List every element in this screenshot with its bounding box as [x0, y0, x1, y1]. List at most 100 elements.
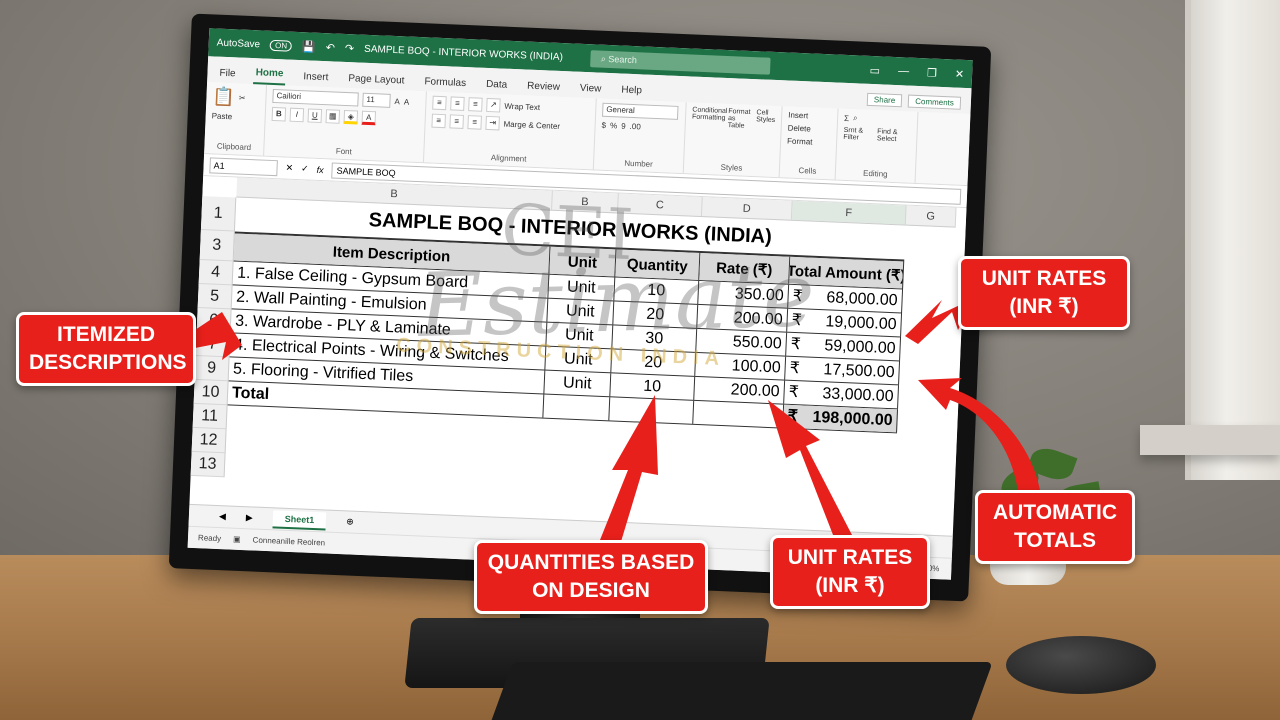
tab-insert[interactable]: Insert [301, 67, 331, 87]
item-amount[interactable]: ₹33,000.00 [784, 380, 900, 409]
row-header[interactable]: 7 [195, 331, 230, 358]
font-color-icon[interactable]: A [361, 110, 377, 126]
tab-data[interactable]: Data [484, 75, 510, 95]
font-size-select[interactable]: 11 [362, 92, 391, 108]
row-header[interactable]: 5 [197, 284, 232, 310]
autosave-toggle[interactable]: ON [269, 39, 293, 52]
conditional-formatting-button[interactable]: Conditional Formatting [692, 107, 728, 122]
row-header[interactable]: 10 [193, 379, 228, 406]
orientation-icon[interactable]: ↗ [486, 97, 501, 113]
align-middle-icon[interactable]: ≡ [450, 96, 465, 111]
empty-cell[interactable] [693, 400, 785, 428]
row-header[interactable]: 6 [196, 307, 231, 334]
font-name-select[interactable]: Cailiori [272, 88, 359, 107]
search-input[interactable]: ⌕ Search [590, 49, 772, 75]
fx-icon[interactable]: fx [316, 164, 323, 174]
item-unit[interactable]: Unit [544, 370, 612, 397]
item-rate[interactable]: 200.00 [697, 304, 789, 332]
grow-font-icon[interactable]: A [394, 97, 400, 106]
fill-color-icon[interactable]: ◈ [343, 109, 359, 125]
item-quantity[interactable]: 10 [610, 373, 696, 400]
undo-icon[interactable]: ↶ [325, 41, 335, 54]
cell-styles-button[interactable]: Cell Styles [756, 109, 776, 124]
column-header[interactable]: G [905, 205, 957, 227]
empty-cell[interactable] [609, 397, 695, 424]
align-left-icon[interactable]: ≡ [431, 113, 446, 129]
find-select-button[interactable]: Find & Select [877, 128, 911, 143]
tab-help[interactable]: Help [619, 80, 644, 100]
enter-icon[interactable]: ✓ [301, 163, 309, 174]
shrink-font-icon[interactable]: A [404, 97, 410, 106]
item-amount[interactable]: ₹19,000.00 [787, 308, 903, 337]
item-unit[interactable]: Unit [547, 298, 615, 325]
empty-cell[interactable] [543, 394, 611, 421]
grand-total[interactable]: ₹198,000.00 [783, 404, 899, 433]
row-header[interactable]: 1 [200, 196, 236, 232]
row-header[interactable]: 3 [199, 230, 234, 262]
merge-center-button[interactable]: Marge & Center [503, 119, 560, 130]
delete-cells-button[interactable]: Delete [788, 124, 831, 135]
insert-cells-button[interactable]: Insert [788, 111, 831, 122]
percent-icon[interactable]: % [610, 121, 617, 130]
tab-view[interactable]: View [578, 79, 604, 99]
find-icon[interactable]: ⌕ [853, 113, 858, 123]
number-format-select[interactable]: General [602, 102, 679, 120]
format-as-table-button[interactable]: Format as Table [728, 108, 751, 130]
close-icon[interactable]: ✕ [955, 67, 965, 80]
save-icon[interactable]: 💾 [302, 40, 316, 54]
item-unit[interactable]: Unit [548, 274, 616, 301]
header-total-amount[interactable]: Total Amount (₹) [789, 256, 905, 289]
comma-icon[interactable]: 9 [621, 122, 626, 131]
autosum-icon[interactable]: Σ [844, 113, 849, 122]
row-header[interactable]: 11 [192, 403, 227, 430]
sheet-nav-right-icon[interactable]: ▶ [246, 512, 253, 523]
tab-page-layout[interactable]: Page Layout [346, 69, 407, 91]
align-bottom-icon[interactable]: ≡ [468, 97, 483, 112]
wrap-text-button[interactable]: Wrap Text [504, 101, 540, 111]
restore-icon[interactable]: ❐ [927, 66, 937, 79]
item-amount[interactable]: ₹68,000.00 [788, 284, 904, 313]
cut-icon[interactable]: ✂ [239, 94, 246, 103]
align-center-icon[interactable]: ≡ [449, 114, 464, 129]
cancel-icon[interactable]: ✕ [285, 163, 293, 174]
underline-icon[interactable]: U [307, 108, 323, 124]
item-quantity[interactable]: 20 [613, 301, 699, 328]
bold-icon[interactable]: B [271, 106, 287, 122]
currency-icon[interactable]: $ [601, 121, 606, 130]
comments-button[interactable]: Comments [907, 94, 962, 110]
item-rate[interactable]: 200.00 [694, 376, 786, 404]
column-header[interactable]: D [701, 197, 793, 220]
row-header[interactable]: 13 [190, 451, 225, 478]
row-header[interactable]: 4 [198, 260, 233, 286]
sheet-tab[interactable]: Sheet1 [272, 509, 327, 531]
item-quantity[interactable]: 10 [614, 277, 700, 304]
align-right-icon[interactable]: ≡ [467, 115, 482, 130]
row-header[interactable]: 9 [194, 355, 229, 382]
paste-icon[interactable]: 📋 [212, 86, 235, 108]
format-cells-button[interactable]: Format [787, 137, 830, 148]
item-amount[interactable]: ₹17,500.00 [785, 356, 901, 385]
name-box[interactable]: A1 [209, 156, 278, 176]
header-rate[interactable]: Rate (₹) [699, 252, 791, 284]
sort-filter-button[interactable]: Srnt & Filter [843, 127, 873, 142]
ribbon-display-icon[interactable]: ▭ [869, 63, 880, 76]
tab-formulas[interactable]: Formulas [422, 72, 468, 93]
sheet-nav-left-icon[interactable]: ◀ [219, 511, 226, 522]
tab-home[interactable]: Home [253, 63, 286, 86]
align-top-icon[interactable]: ≡ [432, 95, 447, 111]
minimize-icon[interactable]: — [898, 65, 909, 78]
item-amount[interactable]: ₹59,000.00 [786, 332, 902, 361]
tab-review[interactable]: Review [525, 77, 563, 98]
item-rate[interactable]: 350.00 [698, 280, 790, 308]
row-header[interactable]: 12 [191, 427, 226, 454]
paste-button[interactable]: Paste [212, 111, 259, 122]
indent-icon[interactable]: ⇥ [485, 115, 500, 131]
share-button[interactable]: Share [866, 92, 903, 108]
decimal-icon[interactable]: .00 [629, 122, 640, 131]
italic-icon[interactable]: I [289, 107, 305, 123]
accessibility-icon[interactable]: ▣ [233, 535, 241, 544]
border-icon[interactable]: ▦ [325, 109, 341, 124]
redo-icon[interactable]: ↷ [345, 41, 355, 54]
add-sheet-icon[interactable]: ⊕ [346, 516, 354, 527]
tab-file[interactable]: File [217, 64, 238, 84]
